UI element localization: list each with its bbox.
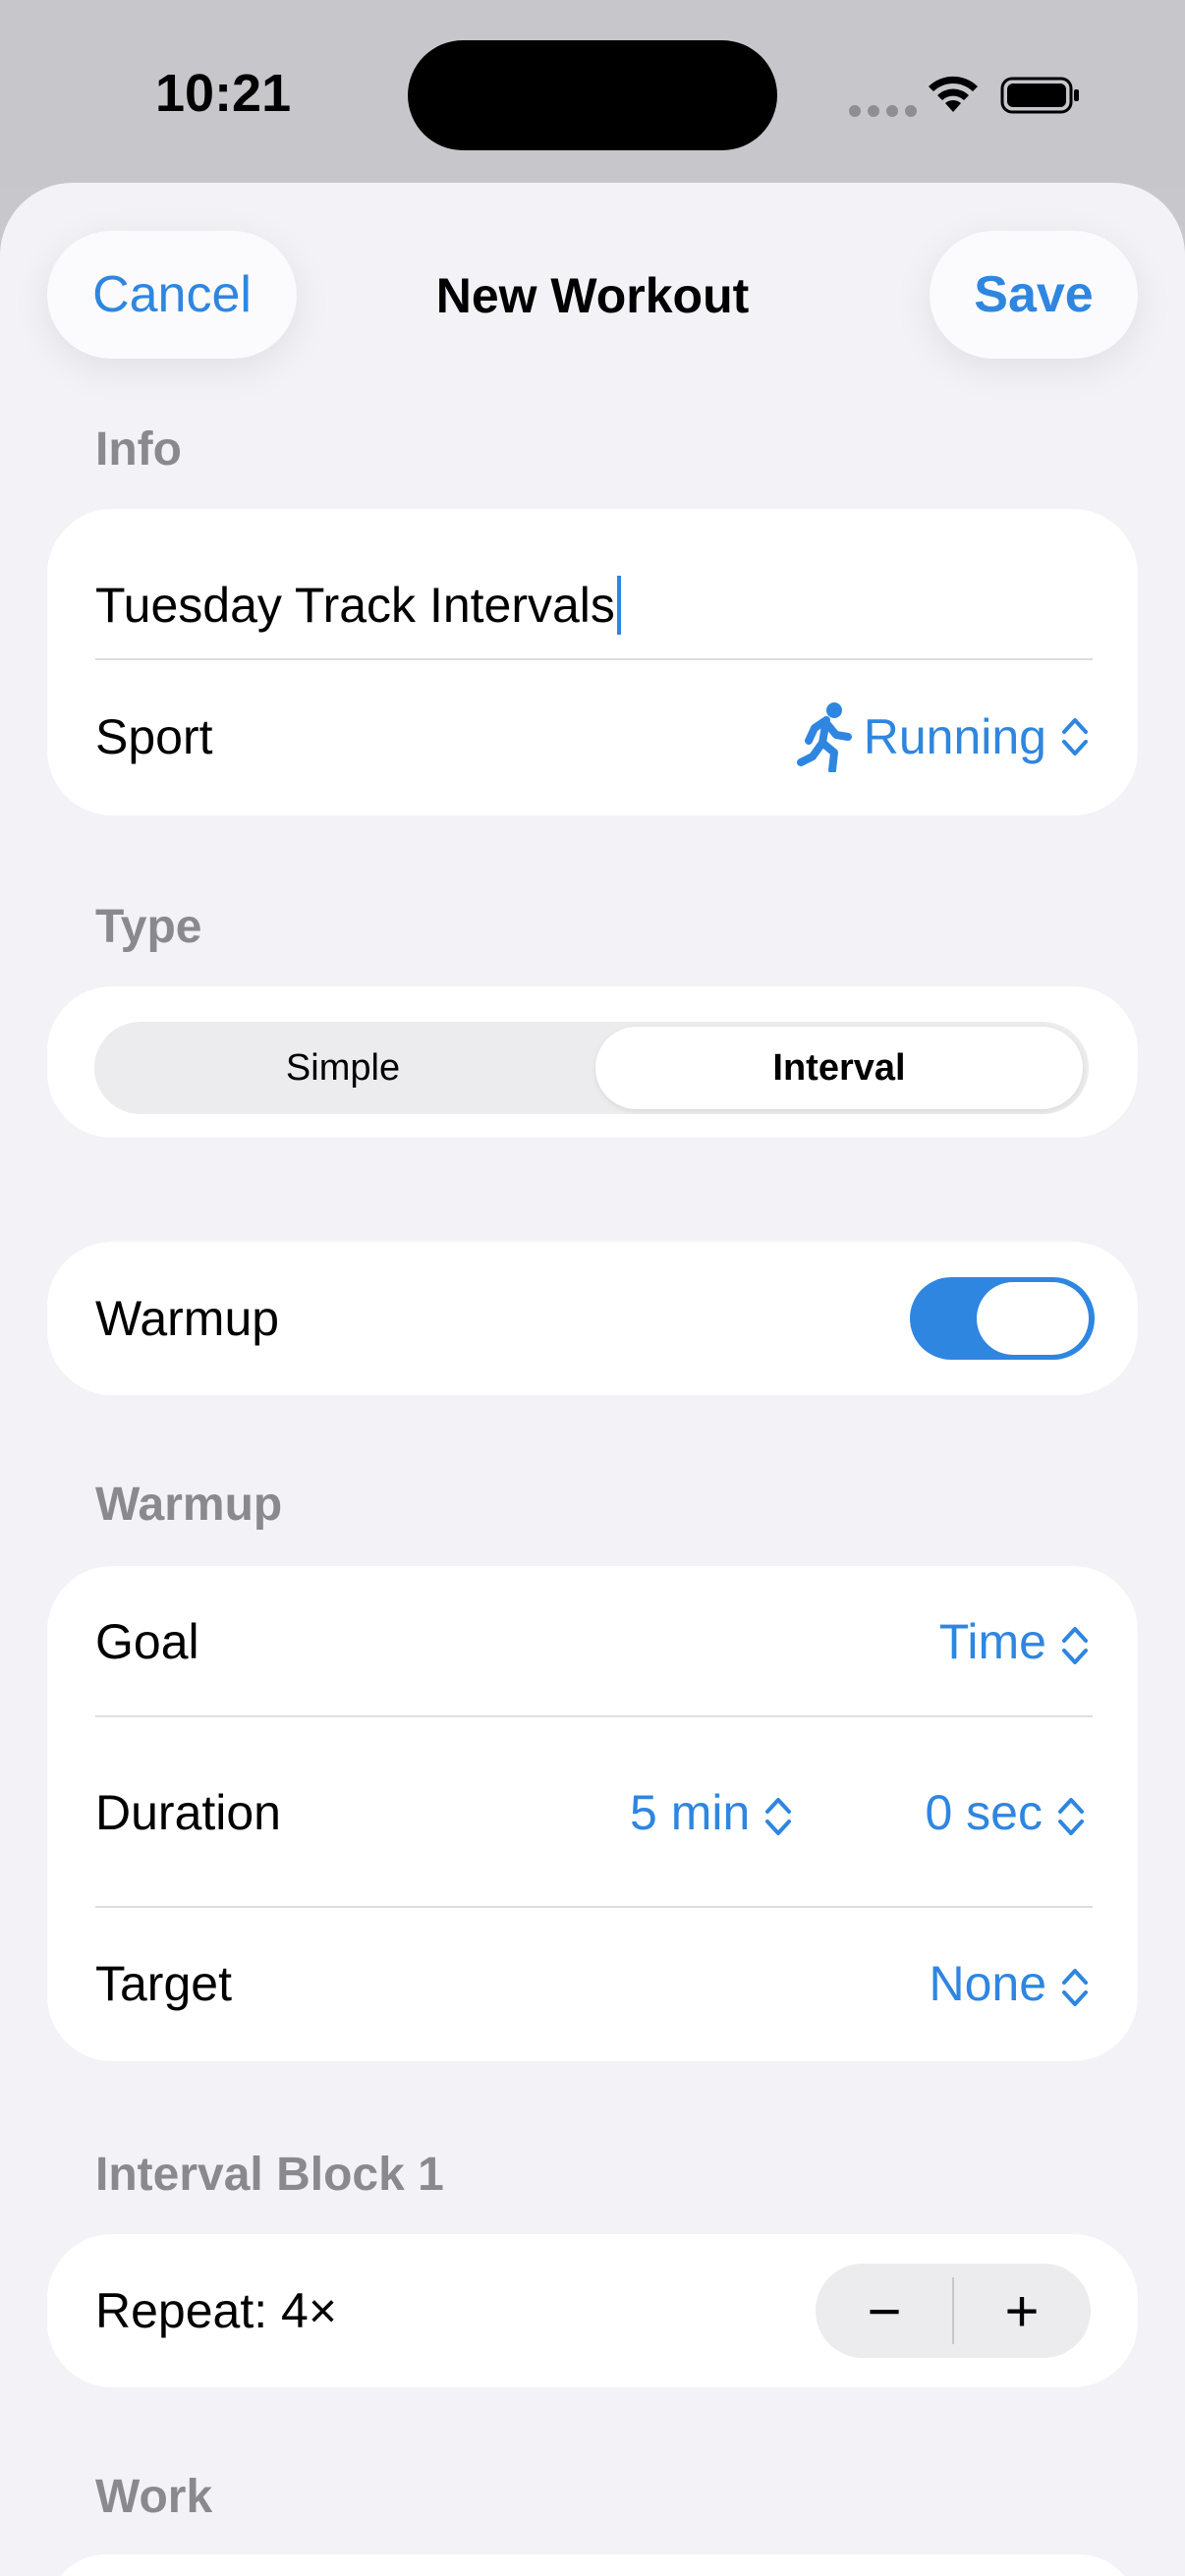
duration-seconds-value: 0 sec: [925, 1785, 1043, 1840]
segment-simple[interactable]: Simple: [94, 1022, 592, 1114]
decrement-button[interactable]: −: [816, 2264, 953, 2358]
running-figure-icon: [796, 702, 852, 772]
battery-icon: [1000, 77, 1079, 114]
increment-button[interactable]: +: [953, 2264, 1091, 2358]
sport-row[interactable]: Sport Running: [95, 660, 1090, 813]
duration-minutes-picker[interactable]: 5 min: [630, 1784, 793, 1841]
cellular-signal-icon: [849, 105, 917, 117]
wifi-icon: [929, 76, 978, 112]
section-header-work: Work: [95, 2471, 213, 2523]
warmup-toggle-label: Warmup: [95, 1291, 280, 1346]
workout-name-field[interactable]: Tuesday Track Intervals: [95, 552, 1090, 658]
info-card: Tuesday Track Intervals Sport Running: [47, 509, 1138, 815]
section-header-info: Info: [95, 423, 182, 476]
dynamic-island: [408, 40, 777, 150]
goal-picker[interactable]: Time: [939, 1613, 1090, 1670]
section-header-warmup: Warmup: [95, 1479, 283, 1531]
goal-label: Goal: [95, 1614, 199, 1669]
up-down-chevron-icon: [1062, 1968, 1088, 2006]
section-header-interval-block: Interval Block 1: [95, 2149, 444, 2201]
sport-label: Sport: [95, 709, 213, 764]
workout-name-value: Tuesday Track Intervals: [95, 578, 615, 633]
up-down-chevron-icon: [1058, 1797, 1084, 1835]
repeat-label: Repeat: 4×: [95, 2283, 338, 2338]
interval-block-card: Repeat: 4× − +: [47, 2234, 1138, 2387]
goal-value: Time: [938, 1614, 1046, 1669]
work-card: [47, 2554, 1138, 2576]
sport-value: Running: [863, 709, 1046, 764]
up-down-chevron-icon: [1062, 718, 1088, 756]
target-label: Target: [95, 1956, 232, 2011]
warmup-card: Goal Time Duration 5 min 0 sec Target No…: [47, 1566, 1138, 2061]
duration-seconds-picker[interactable]: 0 sec: [925, 1784, 1086, 1841]
status-time: 10:21: [155, 64, 292, 123]
duration-row: Duration 5 min 0 sec: [95, 1717, 1090, 1908]
type-card: Simple Interval: [47, 986, 1138, 1138]
warmup-toggle-card: Warmup: [47, 1242, 1138, 1395]
save-button[interactable]: Save: [930, 231, 1138, 359]
repeat-stepper: − +: [816, 2264, 1091, 2358]
target-value: None: [929, 1956, 1046, 2011]
duration-minutes-value: 5 min: [630, 1785, 751, 1840]
warmup-toggle-switch[interactable]: [910, 1277, 1095, 1360]
up-down-chevron-icon: [765, 1797, 792, 1835]
text-caret: [616, 576, 621, 635]
status-bar: 10:21: [0, 0, 1185, 187]
target-picker[interactable]: None: [929, 1955, 1090, 2012]
segment-interval[interactable]: Interval: [595, 1027, 1083, 1109]
target-row[interactable]: Target None: [95, 1908, 1090, 2059]
sport-picker[interactable]: Running: [796, 701, 1090, 772]
duration-label: Duration: [95, 1785, 281, 1840]
section-header-type: Type: [95, 901, 202, 953]
toggle-knob: [977, 1282, 1089, 1355]
goal-row[interactable]: Goal Time: [95, 1566, 1090, 1717]
workout-type-segmented-control: Simple Interval: [94, 1022, 1089, 1114]
up-down-chevron-icon: [1062, 1626, 1088, 1664]
